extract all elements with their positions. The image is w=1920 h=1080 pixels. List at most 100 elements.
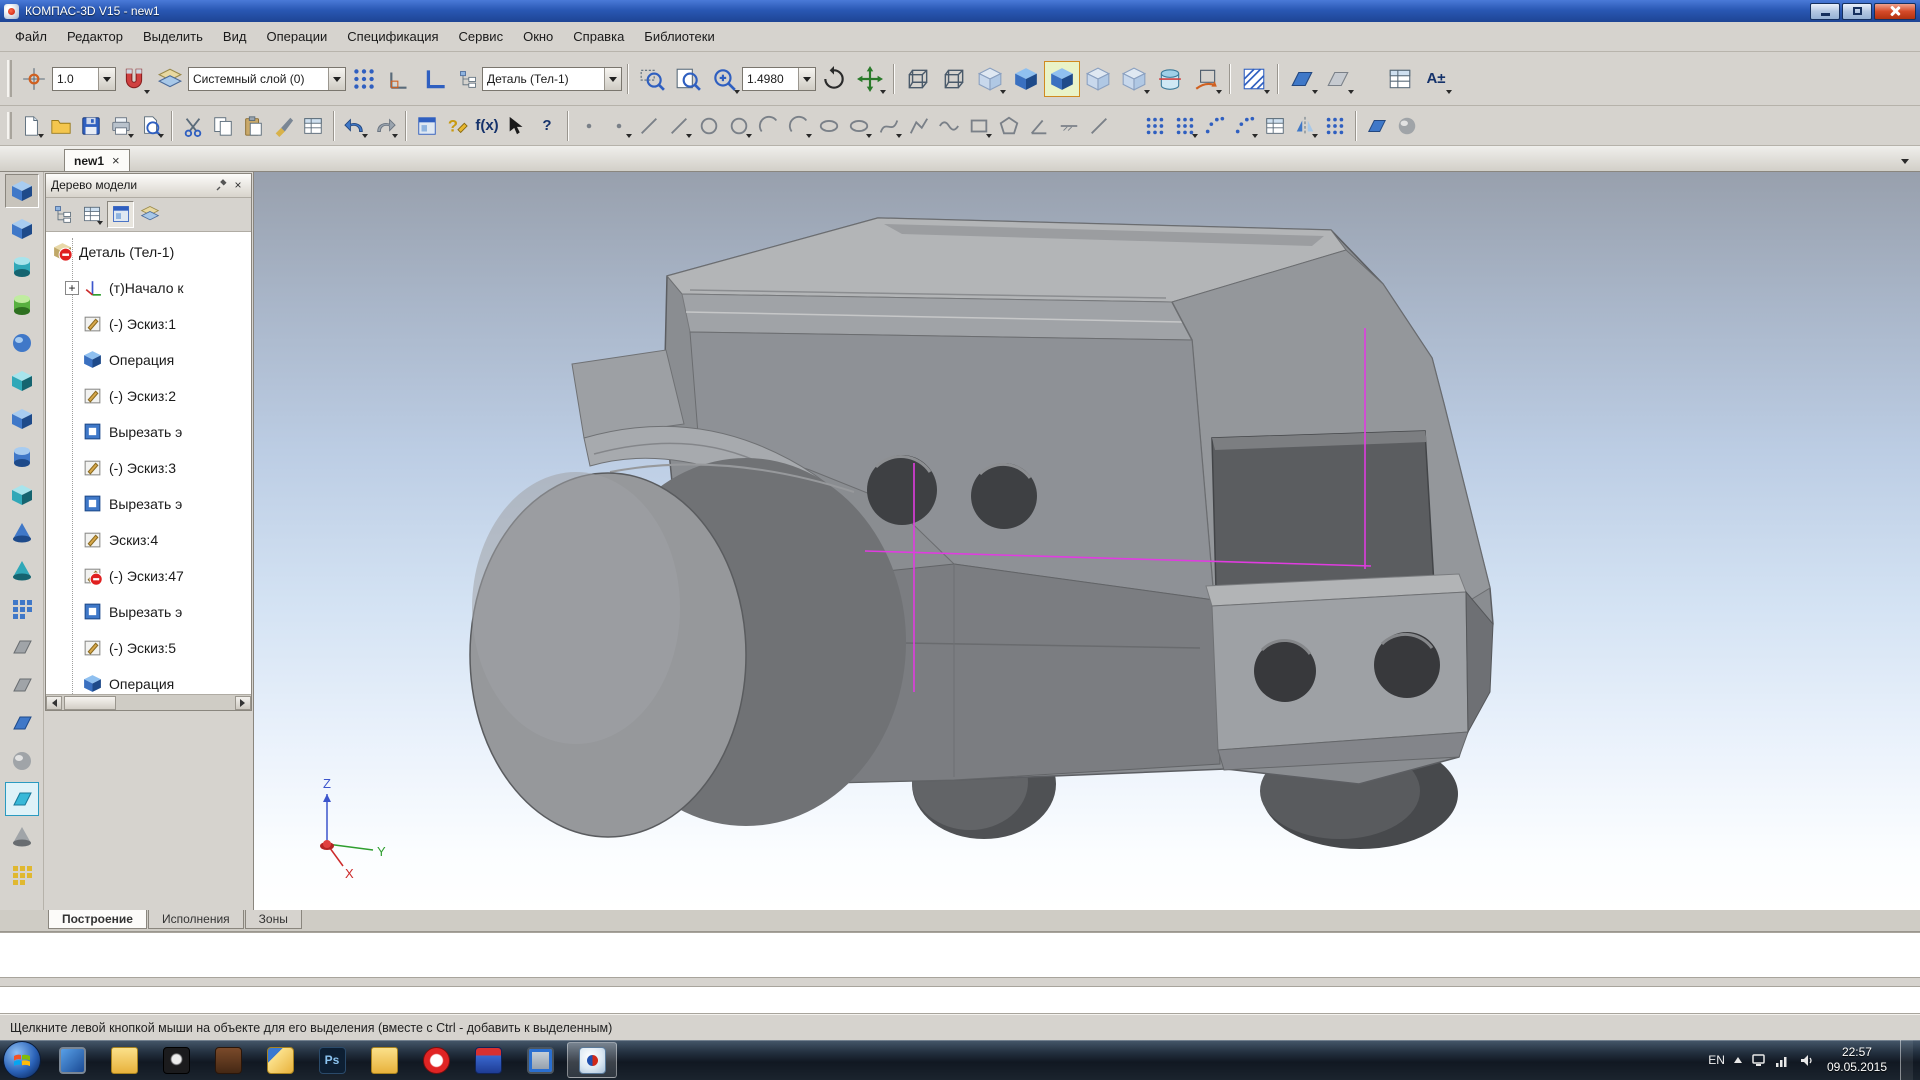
- open-button[interactable]: [46, 111, 76, 141]
- hidden-icons-chevron-icon[interactable]: [1734, 1053, 1742, 1063]
- print-button[interactable]: [106, 111, 136, 141]
- tree-item-operation1[interactable]: + Операция: [46, 342, 251, 378]
- zoom-scale-combo[interactable]: 1.4980: [742, 67, 816, 91]
- tool-loft[interactable]: [5, 288, 39, 322]
- maximize-button[interactable]: [1842, 3, 1872, 20]
- chevron-down-icon[interactable]: [798, 68, 815, 90]
- check-geometry-button[interactable]: [1382, 61, 1418, 97]
- taskbar-app-documents[interactable]: [255, 1042, 305, 1078]
- taskbar-app-game[interactable]: [151, 1042, 201, 1078]
- tool-points-array-variants[interactable]: [1170, 111, 1200, 141]
- tool-draft[interactable]: [5, 554, 39, 588]
- taskbar-app-photoshop[interactable]: Ps: [307, 1042, 357, 1078]
- tool-cut-extrude[interactable]: [5, 364, 39, 398]
- plane-display-button[interactable]: [1320, 61, 1356, 97]
- model-viewport[interactable]: Z Y X: [254, 172, 1920, 910]
- orientation-button[interactable]: [1188, 61, 1224, 97]
- tray-volume-icon[interactable]: [1799, 1053, 1814, 1068]
- tool-circle-variants[interactable]: [724, 111, 754, 141]
- tree-structure-button[interactable]: [49, 201, 76, 228]
- scrollbar-thumb[interactable]: [64, 696, 116, 710]
- tool-points-on-curve-variants[interactable]: [1230, 111, 1260, 141]
- chevron-down-icon[interactable]: [604, 68, 621, 90]
- tree-item-sketch1[interactable]: + (-) Эскиз:1: [46, 306, 251, 342]
- taskbar-app-browser[interactable]: [411, 1042, 461, 1078]
- tool-spline[interactable]: [874, 111, 904, 141]
- shaded-view-button[interactable]: [1008, 61, 1044, 97]
- tool-array[interactable]: [5, 592, 39, 626]
- tree-item-origin[interactable]: + (т)Начало к: [46, 270, 251, 306]
- tool-revolve[interactable]: [5, 250, 39, 284]
- tool-polyline[interactable]: [904, 111, 934, 141]
- macro-button[interactable]: [1392, 111, 1422, 141]
- section-display-button[interactable]: [1236, 61, 1272, 97]
- tab-versions[interactable]: Исполнения: [148, 910, 244, 929]
- taskbar-app-kompas-doc[interactable]: [463, 1042, 513, 1078]
- menu-view[interactable]: Вид: [214, 25, 256, 48]
- zoom-all-button[interactable]: [670, 61, 706, 97]
- tool-rectangle[interactable]: [964, 111, 994, 141]
- scroll-left-icon[interactable]: [46, 696, 62, 710]
- tree-item-part[interactable]: + Деталь (Тел-1): [46, 234, 251, 270]
- redo-button[interactable]: [370, 111, 400, 141]
- zoom-window-button[interactable]: [634, 61, 670, 97]
- tool-ellipse[interactable]: [814, 111, 844, 141]
- expander-icon[interactable]: +: [65, 281, 79, 295]
- tab-construction[interactable]: Построение: [48, 910, 147, 929]
- tool-arc-variants[interactable]: [784, 111, 814, 141]
- specification-button[interactable]: [298, 111, 328, 141]
- menu-specification[interactable]: Спецификация: [338, 25, 447, 48]
- start-button[interactable]: [3, 1041, 41, 1079]
- current-part-combo[interactable]: Деталь (Тел-1): [482, 67, 622, 91]
- scroll-right-icon[interactable]: [235, 696, 251, 710]
- menu-select[interactable]: Выделить: [134, 25, 212, 48]
- tool-segment[interactable]: [1084, 111, 1114, 141]
- zoom-in-button[interactable]: [706, 61, 742, 97]
- document-manager-button[interactable]: [412, 111, 442, 141]
- new-document-button[interactable]: [16, 111, 46, 141]
- taskbar-app-media-player[interactable]: [47, 1042, 97, 1078]
- ortho-mode-button[interactable]: [382, 61, 418, 97]
- copy-button[interactable]: [208, 111, 238, 141]
- tool-measure[interactable]: [5, 858, 39, 892]
- paste-button[interactable]: [238, 111, 268, 141]
- tree-horizontal-scrollbar[interactable]: [46, 694, 251, 710]
- tool-wave-curve[interactable]: [934, 111, 964, 141]
- sketch-mode-button[interactable]: [1152, 61, 1188, 97]
- variables-button[interactable]: f(x): [472, 111, 502, 141]
- close-button[interactable]: [1874, 3, 1916, 20]
- display-modes-button[interactable]: [1116, 61, 1152, 97]
- tree-item-cut1[interactable]: + Вырезать э: [46, 414, 251, 450]
- copy-properties-button[interactable]: [268, 111, 298, 141]
- pan-view-button[interactable]: [852, 61, 888, 97]
- tool-circle[interactable]: [694, 111, 724, 141]
- context-help-button[interactable]: [502, 111, 532, 141]
- rotate-view-button[interactable]: [816, 61, 852, 97]
- tool-collections[interactable]: [1320, 111, 1350, 141]
- tool-cone[interactable]: [5, 820, 39, 854]
- snaps-button[interactable]: [116, 61, 152, 97]
- taskbar-app-kompas[interactable]: [567, 1042, 617, 1078]
- tool-sketch-plane[interactable]: [5, 782, 39, 816]
- tree-compact-button[interactable]: [454, 65, 482, 93]
- tool-rib[interactable]: [5, 516, 39, 550]
- tree-item-cut2[interactable]: + Вырезать э: [46, 486, 251, 522]
- tool-axis[interactable]: [5, 630, 39, 664]
- tool-hole[interactable]: [5, 440, 39, 474]
- tree-relations-button[interactable]: [136, 201, 163, 228]
- language-indicator[interactable]: EN: [1708, 1053, 1725, 1067]
- dimension-style-button[interactable]: A±: [1418, 61, 1454, 97]
- tool-polygon[interactable]: [994, 111, 1024, 141]
- current-layer-combo[interactable]: Системный слой (0): [188, 67, 346, 91]
- close-panel-icon[interactable]: ×: [230, 177, 246, 193]
- menu-libraries[interactable]: Библиотеки: [635, 25, 723, 48]
- print-preview-button[interactable]: [136, 111, 166, 141]
- toolbar-grip[interactable]: [7, 112, 12, 139]
- tool-extrude[interactable]: [5, 212, 39, 246]
- tree-item-operation2[interactable]: + Операция: [46, 666, 251, 694]
- hidden-lines-thin-button[interactable]: [972, 61, 1008, 97]
- taskbar-app-viewer[interactable]: [359, 1042, 409, 1078]
- tree-item-sketch47[interactable]: + (-) Эскиз:47: [46, 558, 251, 594]
- tool-gray-sphere[interactable]: [5, 744, 39, 778]
- tool-line-variants[interactable]: [664, 111, 694, 141]
